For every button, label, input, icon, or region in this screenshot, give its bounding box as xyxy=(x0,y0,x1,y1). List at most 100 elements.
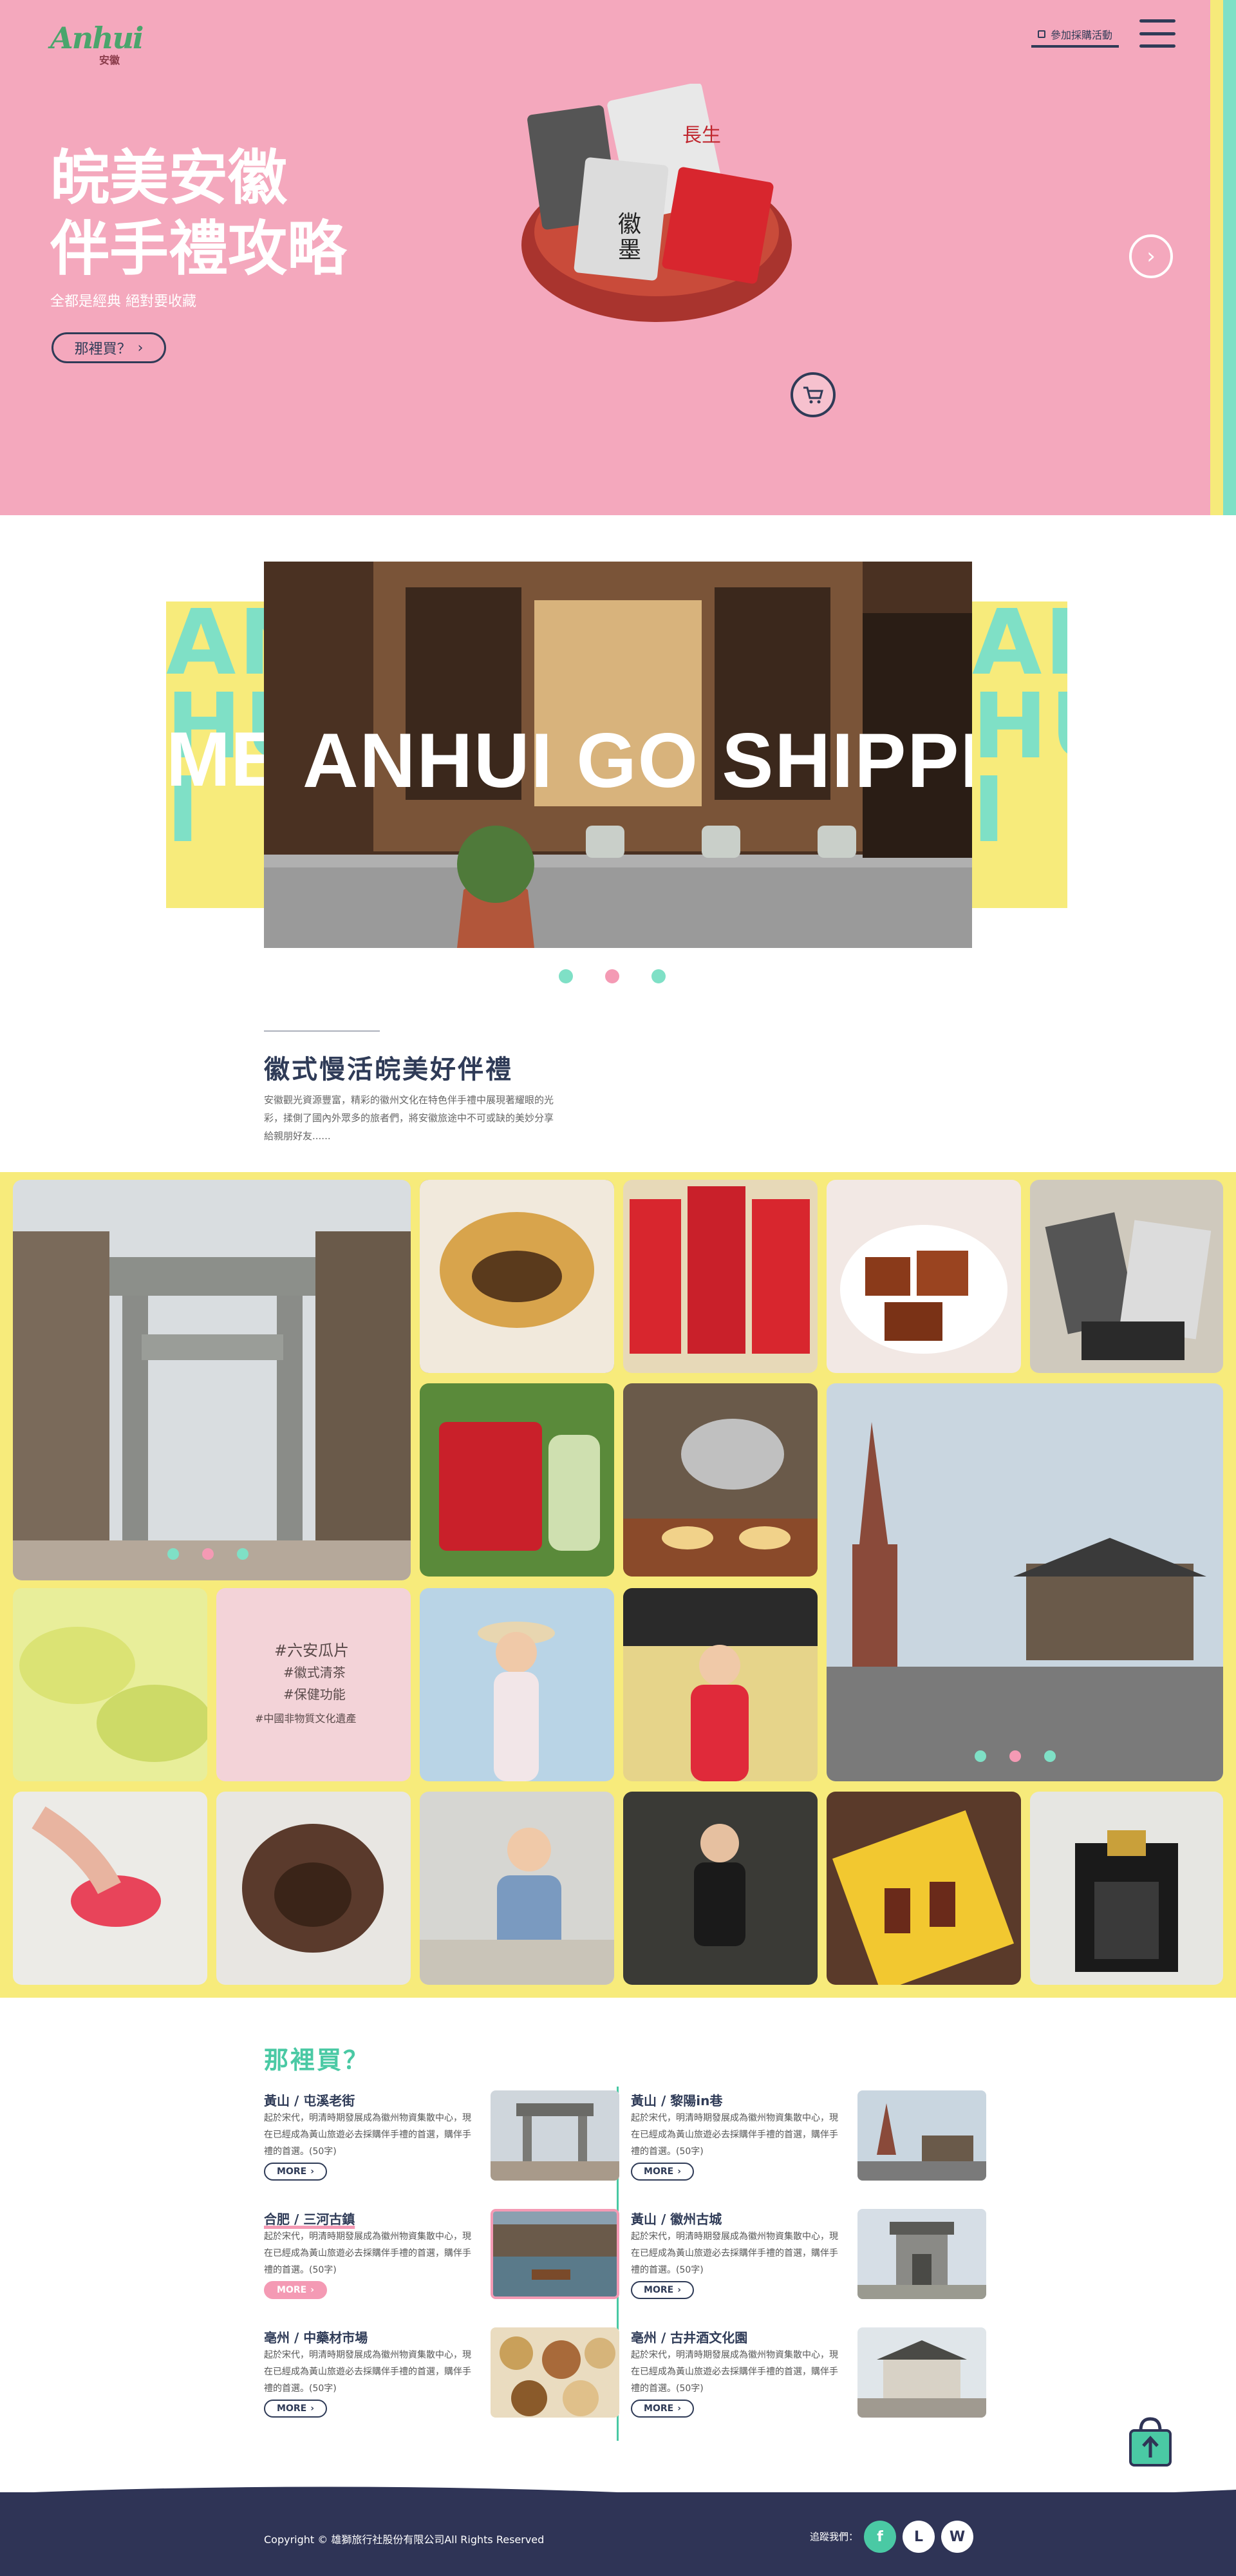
hamburger-icon[interactable] xyxy=(1139,19,1175,48)
shop-name[interactable]: 亳州 / 古井酒文化園 xyxy=(631,2327,747,2346)
gallery-tile-stamp[interactable] xyxy=(13,1792,207,1985)
gallery-tile-yellow-box[interactable] xyxy=(827,1792,1021,1985)
shop-thumbnail[interactable] xyxy=(857,2209,986,2299)
where-to-buy-label: 那裡買？ xyxy=(74,341,131,357)
banner-pagination xyxy=(559,969,666,983)
chevron-right-icon: › xyxy=(310,2166,314,2177)
logo-subtitle: 安徽 xyxy=(99,54,120,66)
shop-description: 起於宋代，明清時期發展成為徽州物資集散中心，現在已經成為黃山旅遊必去採購伴手禮的… xyxy=(631,2350,838,2394)
hero-section: Anhui 安徽 參加採購活動 皖美安徽 伴手禮攻略 全都是經典 絕對要收藏 那… xyxy=(0,0,1236,515)
more-button[interactable]: MORE › xyxy=(631,2400,694,2418)
more-button[interactable]: MORE › xyxy=(264,2163,327,2181)
gallery-section: #六安瓜片 #徽式清茶 #保健功能 #中國非物質文化遺產 xyxy=(0,1172,1236,1998)
more-label: MORE xyxy=(644,2403,674,2414)
footer xyxy=(0,2492,1236,2576)
slider-dot[interactable] xyxy=(237,1548,248,1560)
more-label: MORE xyxy=(277,2285,307,2295)
facebook-icon[interactable]: f xyxy=(864,2521,896,2553)
tag-line: #徽式清茶 xyxy=(283,1665,346,1680)
weibo-icon[interactable]: W xyxy=(941,2521,973,2553)
gallery-tile-church[interactable] xyxy=(827,1383,1223,1781)
shop-name[interactable]: 亳州 / 中藥材市場 xyxy=(264,2327,368,2346)
gallery-tile-tea-ceremony[interactable] xyxy=(623,1383,818,1577)
svg-text:徽: 徽 xyxy=(618,211,641,238)
svg-text:墨: 墨 xyxy=(618,237,641,263)
back-to-top-icon[interactable] xyxy=(1127,2416,1174,2468)
pagination-dot[interactable] xyxy=(651,969,666,983)
logo-text: Anhui xyxy=(50,21,144,55)
shop-thumbnail[interactable] xyxy=(491,2209,619,2299)
more-button[interactable]: MORE › xyxy=(631,2281,694,2299)
shop-description: 起於宋代，明清時期發展成為徽州物資集散中心，現在已經成為黃山旅遊必去採購伴手禮的… xyxy=(264,2350,471,2394)
more-label: MORE xyxy=(644,2285,674,2295)
more-button[interactable]: MORE › xyxy=(264,2281,327,2299)
chevron-right-icon[interactable]: › xyxy=(1129,234,1173,278)
shop-description: 起於宋代，明清時期發展成為徽州物資集散中心，現在已經成為黃山旅遊必去採購伴手禮的… xyxy=(264,2113,471,2157)
hero-stripe xyxy=(1210,0,1236,515)
gallery-tile-girl-red[interactable] xyxy=(623,1588,818,1781)
slider-dot[interactable] xyxy=(1044,1750,1056,1762)
pagination-dot[interactable] xyxy=(605,969,619,983)
slider-dot[interactable] xyxy=(167,1548,179,1560)
slider-dot[interactable] xyxy=(1009,1750,1021,1762)
tag-line: #保健功能 xyxy=(283,1687,346,1702)
more-label: MORE xyxy=(277,2166,307,2177)
gallery-tile-tea-tags[interactable]: #六安瓜片 #徽式清茶 #保健功能 #中國非物質文化遺產 xyxy=(216,1588,411,1781)
intro-divider xyxy=(264,1030,380,1032)
shop-item: 亳州 / 古井酒文化園 起於宋代，明清時期發展成為徽州物資集散中心，現在已經成為… xyxy=(631,2327,986,2424)
gallery-tile-girl-hat[interactable] xyxy=(420,1588,614,1781)
archway-photo xyxy=(13,1180,411,1580)
more-button[interactable]: MORE › xyxy=(631,2163,694,2181)
shop-name[interactable]: 黃山 / 徽州古城 xyxy=(631,2209,722,2228)
intro-title: 徽式慢活皖美好伴禮 xyxy=(264,1055,513,1084)
chevron-right-icon: › xyxy=(677,2403,681,2414)
banner-side-right: ANHUI xyxy=(972,601,1067,908)
more-button[interactable]: MORE › xyxy=(264,2400,327,2418)
tea-tag-text: #六安瓜片 #徽式清茶 #保健功能 xyxy=(274,1640,349,1705)
intro-text: 安徽觀光資源豐富，精彩的徽州文化在特色伴手禮中展現著耀眼的光彩，揉側了國內外眾多… xyxy=(264,1094,554,1142)
shop-thumbnail[interactable] xyxy=(857,2327,986,2418)
shop-description: 起於宋代，明清時期發展成為徽州物資集散中心，現在已經成為黃山旅遊必去採購伴手禮的… xyxy=(631,2113,838,2157)
gallery-tile-pastry[interactable] xyxy=(420,1180,614,1373)
shop-thumbnail[interactable] xyxy=(491,2090,619,2181)
hero-product-image: 徽 墨 長生 xyxy=(521,84,792,322)
banner-side-letters: ANHUI xyxy=(972,601,1067,863)
shop-name[interactable]: 黃山 / 屯溪老街 xyxy=(264,2090,355,2109)
shop-thumbnail[interactable] xyxy=(491,2327,619,2418)
join-purchase-label: 參加採購活動 xyxy=(1050,29,1112,41)
hero-title: 皖美安徽 伴手禮攻略 xyxy=(50,143,346,285)
more-label: MORE xyxy=(644,2166,674,2177)
gallery-tile-tea-can[interactable] xyxy=(420,1383,614,1577)
slider-dot[interactable] xyxy=(202,1548,214,1560)
gallery-tile-candy[interactable] xyxy=(827,1180,1021,1373)
more-label: MORE xyxy=(277,2403,307,2414)
chevron-right-icon: › xyxy=(137,339,144,356)
bag-icon xyxy=(1037,30,1045,38)
gallery-tile-green-tea[interactable] xyxy=(13,1588,207,1781)
shop-item: 黃山 / 屯溪老街 起於宋代，明清時期發展成為徽州物資集散中心，現在已經成為黃山… xyxy=(264,2090,619,2187)
gallery-tile-red-packages[interactable] xyxy=(623,1180,818,1373)
page: Anhui 安徽 參加採購活動 皖美安徽 伴手禮攻略 全都是經典 絕對要收藏 那… xyxy=(0,0,1236,2576)
gallery-tile-archway[interactable] xyxy=(13,1180,411,1580)
shop-description: 起於宋代，明清時期發展成為徽州物資集散中心，現在已經成為黃山旅遊必去採購伴手禮的… xyxy=(631,2231,838,2275)
gallery-tile-boy-black[interactable] xyxy=(623,1792,818,1985)
cart-icon[interactable] xyxy=(791,372,836,417)
hero-subtitle: 全都是經典 絕對要收藏 xyxy=(50,294,196,310)
shop-name[interactable]: 黃山 / 黎陽in巷 xyxy=(631,2090,722,2109)
shop-name[interactable]: 合肥 / 三河古鎮 xyxy=(264,2209,355,2228)
pagination-dot[interactable] xyxy=(559,969,573,983)
gallery-tile-wine[interactable] xyxy=(1030,1792,1223,1985)
gallery-tile-ink-stick[interactable] xyxy=(1030,1180,1223,1373)
site-logo[interactable]: Anhui 安徽 xyxy=(50,21,160,66)
shop-thumbnail[interactable] xyxy=(857,2090,986,2181)
banner-slide[interactable]: ANHUI GO SHIPPING xyxy=(264,562,972,948)
chevron-right-icon: › xyxy=(310,2403,314,2414)
where-to-buy-button[interactable]: 那裡買？ › xyxy=(52,332,166,363)
gallery-tile-inkstone[interactable] xyxy=(216,1792,411,1985)
line-icon[interactable]: L xyxy=(903,2521,935,2553)
join-purchase-button[interactable]: 參加採購活動 xyxy=(1031,23,1119,48)
follow-label: 追蹤我們： xyxy=(810,2531,859,2543)
gallery-tile-boy-sofa[interactable] xyxy=(420,1792,614,1985)
slider-dot[interactable] xyxy=(975,1750,986,1762)
copyright-text: Copyright © 雄獅旅行社股份有限公司All Rights Reserv… xyxy=(264,2533,545,2546)
